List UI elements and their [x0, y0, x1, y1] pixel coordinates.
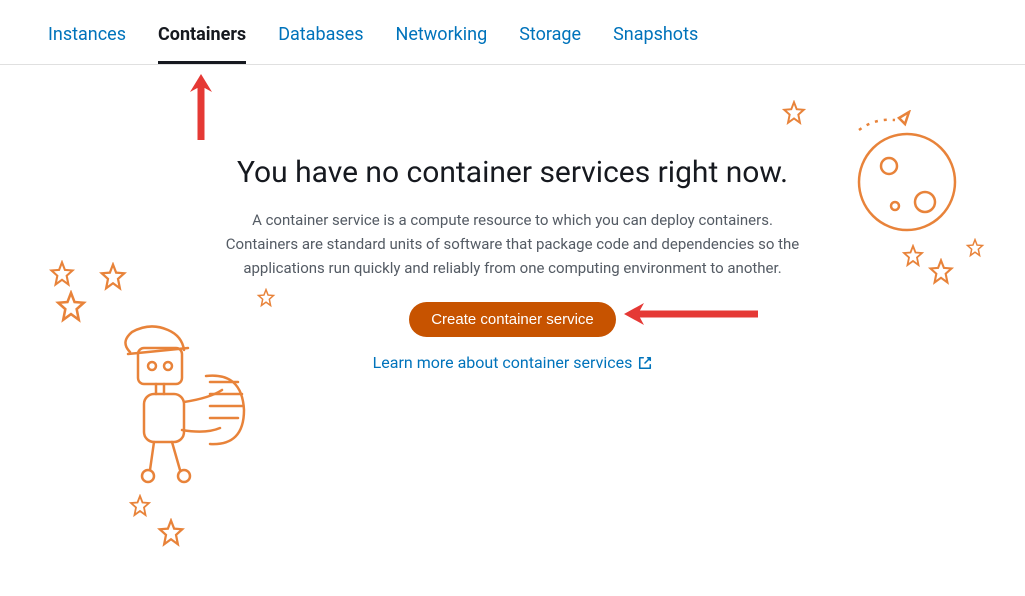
- empty-state-heading: You have no container services right now…: [0, 155, 1025, 190]
- tab-snapshots[interactable]: Snapshots: [613, 24, 698, 64]
- annotation-arrow-up: [186, 72, 216, 142]
- star-decoration: [156, 518, 186, 548]
- create-container-service-button[interactable]: Create container service: [409, 302, 616, 337]
- tab-networking[interactable]: Networking: [396, 24, 488, 64]
- external-link-icon: [638, 356, 652, 370]
- learn-more-link[interactable]: Learn more about container services: [373, 353, 653, 372]
- learn-more-label: Learn more about container services: [373, 353, 633, 372]
- tab-containers[interactable]: Containers: [158, 24, 246, 64]
- tab-instances[interactable]: Instances: [48, 24, 126, 64]
- tab-bar: Instances Containers Databases Networkin…: [0, 0, 1025, 65]
- tab-databases[interactable]: Databases: [278, 24, 363, 64]
- empty-state: You have no container services right now…: [0, 65, 1025, 372]
- tab-storage[interactable]: Storage: [519, 24, 581, 64]
- empty-state-description: A container service is a compute resourc…: [223, 208, 803, 280]
- annotation-arrow-left: [620, 298, 760, 330]
- star-decoration: [128, 494, 152, 518]
